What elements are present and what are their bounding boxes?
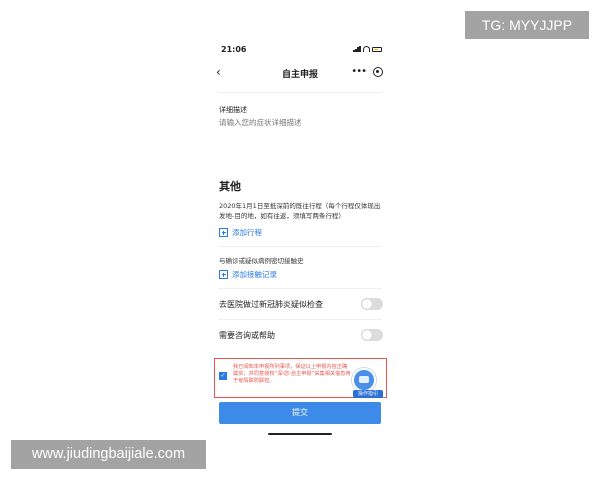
consult-help-toggle[interactable]: [361, 329, 383, 341]
add-contact-button[interactable]: 添加接触记录: [219, 269, 277, 280]
add-trip-button[interactable]: 添加行程: [219, 227, 262, 238]
phone-screen: 21:06 ‹ 自主申报 ••• 详细描述 其他 2020年1月1日至抵深前的既…: [212, 40, 388, 440]
operation-guide-badge[interactable]: 操作指引: [353, 390, 383, 398]
detail-input[interactable]: [219, 118, 379, 127]
assistant-mascot-icon[interactable]: [352, 368, 376, 392]
section-title-other: 其他: [219, 180, 241, 193]
close-miniapp-icon[interactable]: [373, 67, 383, 77]
consent-checkbox[interactable]: ✓: [219, 372, 227, 380]
nav-bar: ‹ 自主申报 •••: [212, 64, 388, 82]
toggle-row-hospital-check: 去医院做过新冠肺炎疑似检查: [219, 298, 383, 312]
more-menu-icon[interactable]: •••: [351, 66, 367, 77]
wifi-icon: [363, 46, 370, 52]
submit-button[interactable]: 提交: [219, 402, 381, 424]
status-bar: 21:06: [212, 45, 388, 57]
signal-icon: [353, 46, 361, 52]
divider: [218, 246, 382, 247]
consent-box: ✓ 我已阅知本申报所列事项，保证以上申报内容正确属实，并同意授权“深i您-自主申…: [214, 358, 387, 398]
divider: [218, 319, 382, 320]
toggle-label: 需要咨询或帮助: [219, 331, 275, 340]
add-trip-label: 添加行程: [232, 228, 262, 237]
home-indicator: [268, 433, 332, 435]
toggle-knob: [362, 330, 372, 340]
battery-icon: [372, 46, 382, 52]
watermark-tg: TG: MYYJJPP: [465, 11, 589, 39]
toggle-label: 去医院做过新冠肺炎疑似检查: [219, 300, 323, 309]
status-icons: [353, 46, 382, 52]
watermark-site: www.jiudingbaijiale.com: [11, 440, 206, 469]
add-contact-label: 添加接触记录: [232, 270, 277, 279]
screenshot-stage: 21:06 ‹ 自主申报 ••• 详细描述 其他 2020年1月1日至抵深前的既…: [0, 0, 600, 480]
toggle-knob: [362, 299, 372, 309]
status-time: 21:06: [221, 45, 247, 54]
plus-icon: [219, 228, 228, 237]
plus-icon: [219, 270, 228, 279]
trip-description: 2020年1月1日至抵深前的既往行程（每个行程仅体现出发地-目的地，如有往返，须…: [219, 202, 381, 220]
hospital-check-toggle[interactable]: [361, 298, 383, 310]
toggle-row-consult-help: 需要咨询或帮助: [219, 329, 383, 343]
divider: [218, 288, 382, 289]
contact-history-label: 与确诊或疑似病例密切接触史: [219, 257, 304, 265]
detail-label: 详细描述: [219, 106, 247, 114]
consent-text: 我已阅知本申报所列事项，保证以上申报内容正确属实，并同意授权“深i您-自主申报”…: [233, 364, 351, 384]
divider: [218, 92, 382, 93]
